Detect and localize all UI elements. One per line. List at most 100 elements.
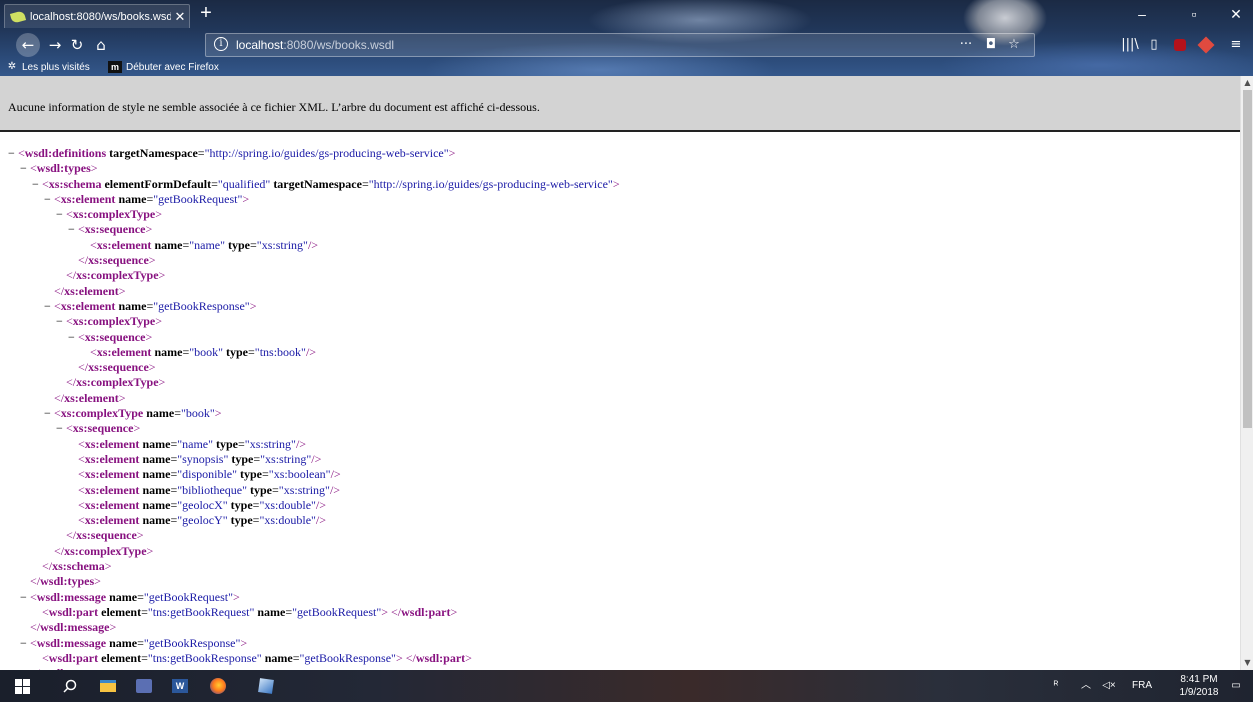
xml-tree-line[interactable]: − <xs:complexType> [0,314,620,329]
bookmark-label: Débuter avec Firefox [126,61,219,73]
xml-tree-line: </xs:element> [54,283,126,298]
language-indicator[interactable]: FRA [1128,670,1156,702]
bookmark-debuter-avec-firefox[interactable]: m Débuter avec Firefox [108,61,219,73]
xml-tree-line[interactable]: − <xs:sequence> [0,330,620,345]
xml-tree-line[interactable]: − <wsdl:definitions targetNamespace="http… [0,146,620,161]
xml-tree-line[interactable]: − <wsdl:types> [0,161,620,176]
xml-tree-line: <xs:element name="disponible" type="xs:b… [78,467,341,482]
site-info-icon[interactable]: i [214,37,228,51]
app-icon[interactable] [134,676,154,696]
file-explorer-icon[interactable] [98,676,118,696]
maximize-button[interactable]: ▫ [1180,4,1208,24]
xml-tree-line: <xs:element name="book" type="tns:book"/… [90,344,317,359]
clock-time: 8:41 PM [1180,674,1218,685]
xml-tree-line[interactable]: − <xs:schema elementFormDefault="qualifie… [0,177,620,192]
bookmarks-toolbar: ✲ Les plus visités m Débuter avec Firefo… [0,60,1253,76]
collapse-toggle-icon[interactable]: − [32,177,42,192]
clock[interactable]: 8:41 PM 1/9/2018 [1176,673,1222,699]
bookmark-les-plus-visites[interactable]: ✲ Les plus visités [6,61,90,73]
library-icon[interactable]: |||\ [1120,36,1140,54]
people-icon[interactable]: ᴿ [1048,670,1064,702]
minimize-button[interactable]: – [1128,4,1156,24]
collapse-toggle-icon[interactable]: − [56,207,66,222]
chevron-up-icon[interactable]: ︿ [1078,670,1094,702]
ublock-icon[interactable] [1170,36,1190,54]
new-tab-button[interactable]: + [195,3,217,25]
xml-tree-line: <xs:element name="name" type="xs:string"… [90,237,319,252]
menu-icon[interactable]: ≡ [1226,36,1246,54]
clock-date: 1/9/2018 [1179,687,1219,698]
navigation-toolbar: ← → ↻ ⌂ i localhost:8080/ws/books.wsdl ·… [0,30,1253,60]
back-button[interactable]: ← [16,33,40,57]
word-icon[interactable]: W [170,676,190,696]
xml-tree-line[interactable]: − <xs:element name="getBookResponse"> [0,299,620,314]
forward-button[interactable]: → [44,34,66,56]
xml-tree-line: </xs:complexType> [66,375,166,390]
collapse-toggle-icon[interactable]: − [20,590,30,605]
xml-tree-line: </xs:complexType> [66,268,166,283]
scrollbar-thumb[interactable] [1243,90,1252,428]
xml-tree-line: </xs:element> [54,390,126,405]
vertical-scrollbar[interactable]: ▲ ▼ [1240,76,1253,670]
bookmark-label: Les plus visités [22,61,90,73]
bookmark-star-icon[interactable]: ☆ [1004,36,1024,54]
collapse-toggle-icon[interactable]: − [44,406,54,421]
page-actions-more-icon[interactable]: ··· [956,36,976,54]
xml-tree-line: </xs:sequence> [78,360,156,375]
xml-tree-line: <xs:element name="synopsis" type="xs:str… [78,451,322,466]
collapse-toggle-icon[interactable]: − [68,222,78,237]
xml-tree-line: <wsdl:part element="tns:getBookResponse"… [42,650,472,665]
start-windows-icon[interactable] [12,676,32,696]
close-tab-icon[interactable]: ✕ [171,9,189,25]
xml-tree-line[interactable]: − <xs:complexType name="book"> [0,406,620,421]
volume-muted-icon[interactable]: ◁× [1098,670,1120,702]
xml-tree-line: </wsdl:message> [30,620,117,635]
xml-tree-line: <xs:element name="bibliotheque" type="xs… [78,482,341,497]
collapse-toggle-icon[interactable]: − [44,299,54,314]
xml-tree: − <wsdl:definitions targetNamespace="http… [0,146,620,670]
xml-tree-line[interactable]: − <xs:element name="getBookRequest"> [0,192,620,207]
reload-button[interactable]: ↻ [66,34,88,56]
url-text[interactable]: localhost:8080/ws/books.wsdl [236,38,394,52]
xml-tree-line: <xs:element name="geolocY" type="xs:doub… [78,513,327,528]
close-window-button[interactable]: ✕ [1222,4,1250,24]
xml-tree-line[interactable]: − <xs:sequence> [0,222,620,237]
browser-chrome: localhost:8080/ws/books.wsdl ✕ + – ▫ ✕ ←… [0,0,1253,76]
xml-tree-line: </xs:sequence> [66,528,144,543]
sidebar-icon[interactable]: ▯ [1144,36,1164,54]
search-icon[interactable] [60,676,80,696]
xml-tree-line: </xs:sequence> [78,253,156,268]
xml-tree-line[interactable]: − <wsdl:message name="getBookRequest"> [0,590,620,605]
tab-bar: localhost:8080/ws/books.wsdl ✕ + – ▫ ✕ [0,0,1253,28]
collapse-toggle-icon[interactable]: − [8,146,18,161]
page-content: Aucune information de style ne semble as… [0,76,1240,670]
xml-tree-line[interactable]: − <xs:complexType> [0,207,620,222]
home-button[interactable]: ⌂ [90,34,112,56]
pocket-icon[interactable]: ◘ [981,36,1001,54]
xml-tree-line: <wsdl:part element="tns:getBookRequest" … [42,604,458,619]
collapse-toggle-icon[interactable]: − [68,330,78,345]
xml-tree-line: </xs:schema> [42,559,112,574]
scroll-down-arrow-icon[interactable]: ▼ [1241,656,1253,670]
mdn-icon: m [108,61,122,73]
xml-tree-line[interactable]: − <xs:sequence> [0,421,620,436]
virtualbox-icon[interactable] [256,676,276,696]
scroll-up-arrow-icon[interactable]: ▲ [1241,76,1253,90]
firefox-icon[interactable] [208,676,228,696]
xml-tree-line: <xs:element name="geolocX" type="xs:doub… [78,497,327,512]
leaf-favicon-icon [9,9,27,24]
collapse-toggle-icon[interactable]: − [56,421,66,436]
windows-taskbar: W ᴿ ︿ ◁× FRA 8:41 PM 1/9/2018 ▭ [0,670,1253,702]
notifications-icon[interactable]: ▭ [1226,670,1246,702]
collapse-toggle-icon[interactable]: − [20,636,30,651]
collapse-toggle-icon[interactable]: − [56,314,66,329]
collapse-toggle-icon[interactable]: − [20,161,30,176]
gear-icon: ✲ [7,61,17,72]
xml-tree-line[interactable]: − <wsdl:message name="getBookResponse"> [0,636,620,651]
collapse-toggle-icon[interactable]: − [44,192,54,207]
browser-tab[interactable]: localhost:8080/ws/books.wsdl ✕ [4,4,190,28]
xml-style-notice: Aucune information de style ne semble as… [0,76,1240,132]
xml-tree-line: </wsdl:types> [30,574,101,589]
url-bar[interactable]: i localhost:8080/ws/books.wsdl ··· ◘ ☆ [205,33,1035,57]
extension-icon[interactable] [1196,36,1216,54]
